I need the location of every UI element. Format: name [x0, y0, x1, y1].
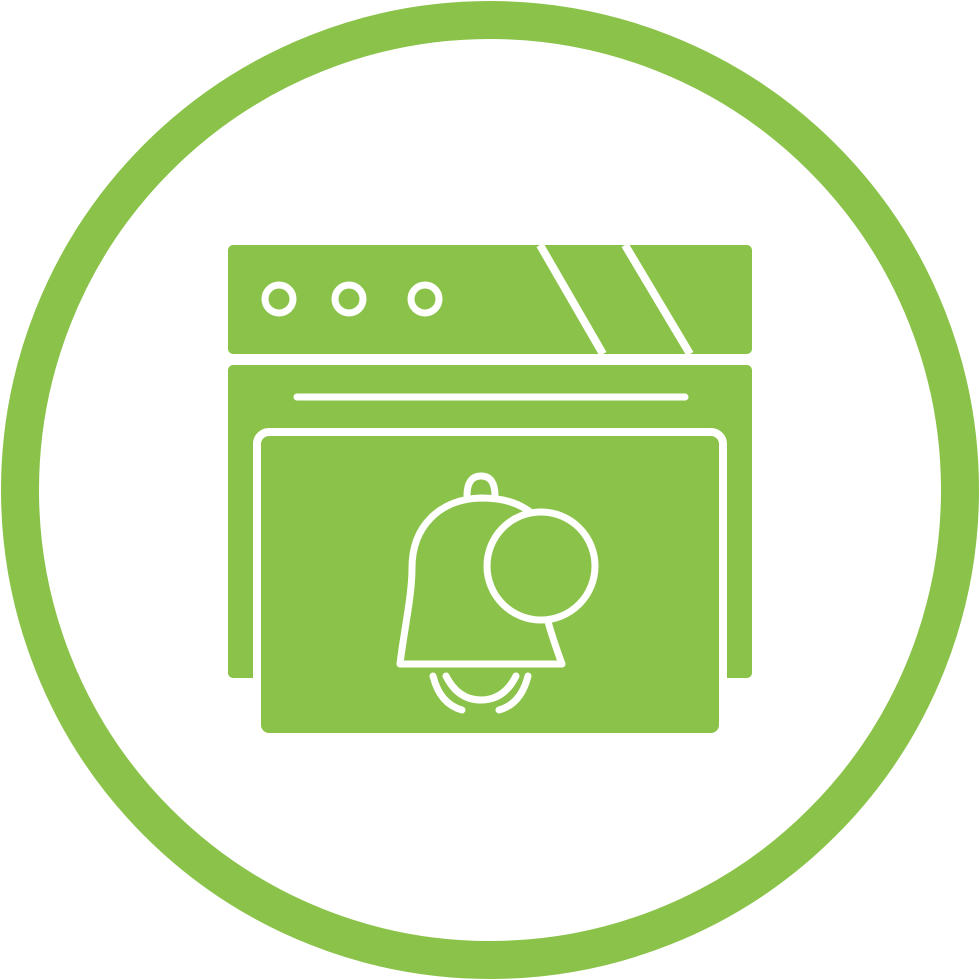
- browser-title-bar: [228, 245, 752, 354]
- web-notification-icon: [0, 0, 980, 980]
- notification-badge-icon: [483, 508, 599, 624]
- icon-canvas: [1, 1, 979, 979]
